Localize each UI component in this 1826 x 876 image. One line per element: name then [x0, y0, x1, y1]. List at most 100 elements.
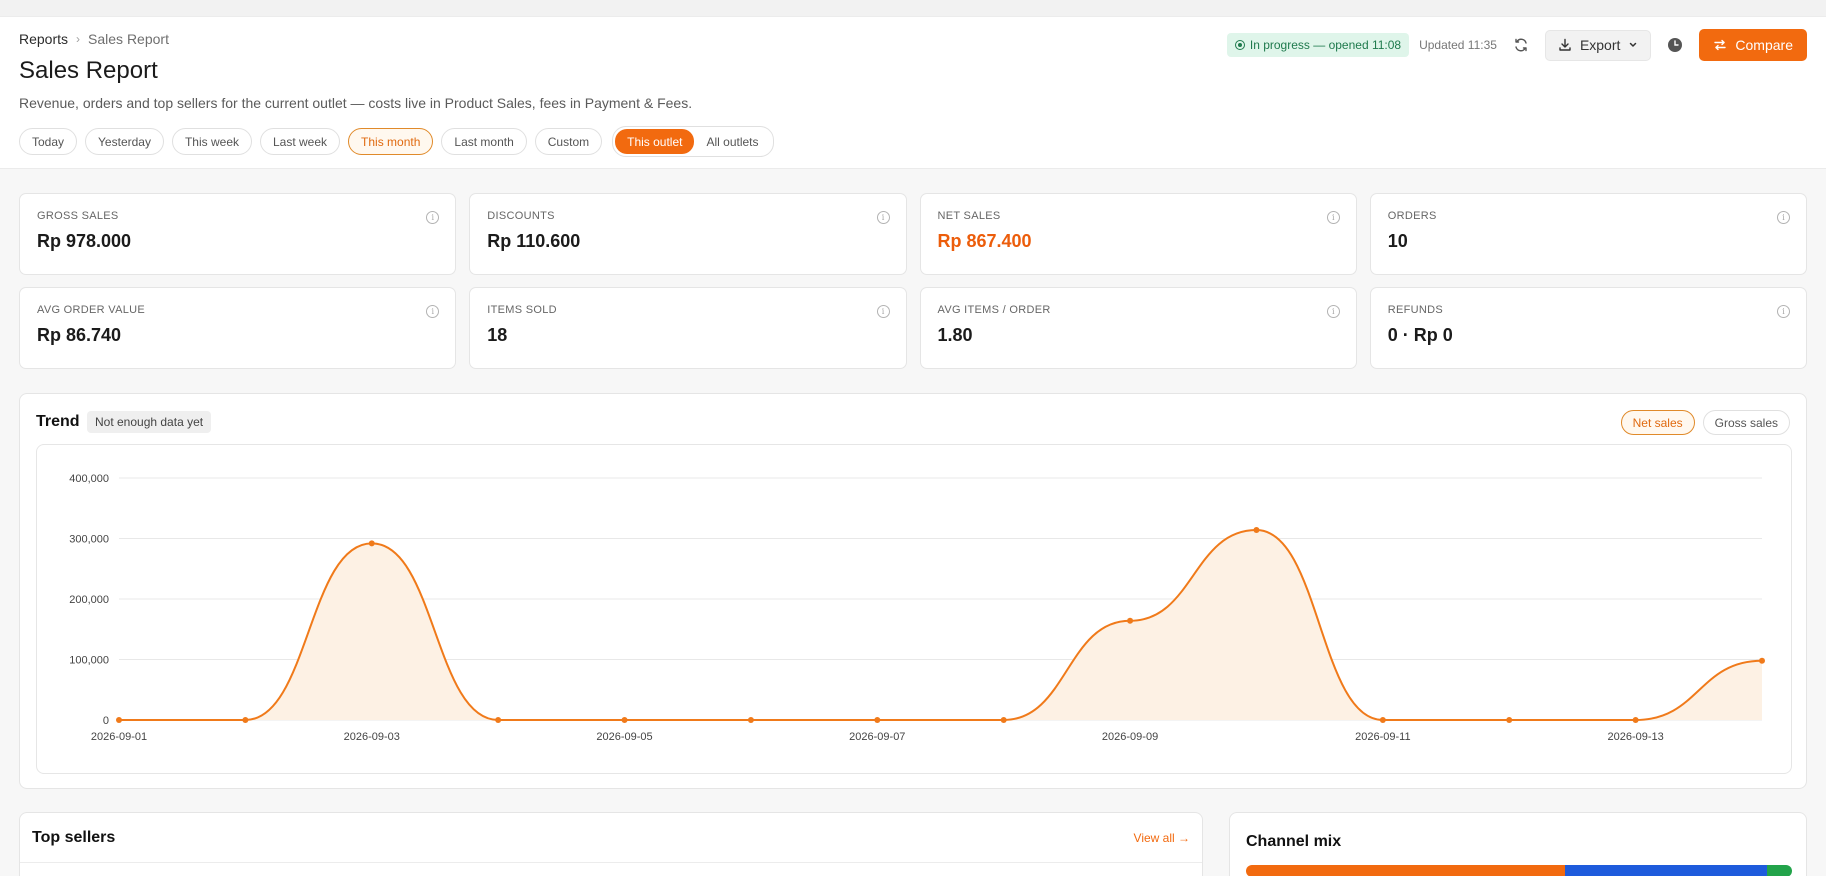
y-tick-label: 300,000 — [69, 534, 109, 546]
data-point[interactable] — [874, 717, 881, 723]
info-icon[interactable]: i — [1326, 305, 1340, 318]
channel-mix-segment — [1565, 865, 1768, 876]
divider — [20, 862, 1202, 863]
channel-mix-card: Channel mix — [1229, 812, 1807, 876]
compare-button[interactable]: Compare — [1699, 29, 1807, 61]
trend-chart: 0 100,000 200,000 300,000 400,000 2026-09-01… — [36, 444, 1792, 774]
info-icon[interactable]: i — [1777, 305, 1790, 318]
channel-mix-segment — [1246, 865, 1566, 876]
view-all-link[interactable]: View all → — [1134, 831, 1190, 845]
x-tick-label: 2026-09-03 — [344, 731, 400, 743]
scope-all-outlets[interactable]: All outlets — [694, 129, 770, 154]
top-sellers-card: Top sellers View all → — [19, 812, 1203, 876]
kpi-label: DISCOUNTS — [487, 210, 555, 222]
page-subtitle: Revenue, orders and top sellers for the … — [19, 95, 693, 111]
data-point[interactable] — [116, 717, 122, 723]
trend-metric-toggle: Net sales Gross sales — [1620, 410, 1790, 435]
data-point[interactable] — [1253, 527, 1260, 534]
data-point[interactable] — [242, 717, 249, 723]
range-yesterday[interactable]: Yesterday — [85, 128, 164, 155]
trend-card: Trend Not enough data yet Net sales Gros… — [19, 393, 1807, 789]
kpi-orders: ORDERS 10 i — [1369, 193, 1807, 275]
status-dot-icon — [1234, 40, 1245, 50]
chevron-down-icon — [1630, 42, 1637, 47]
y-tick-label: 200,000 — [69, 594, 109, 606]
trend-area-fill — [119, 530, 1762, 720]
range-last-week[interactable]: Last week — [260, 128, 341, 155]
range-today[interactable]: Today — [19, 128, 78, 155]
status-badge-label: In progress — opened 11:08 — [1249, 38, 1402, 52]
info-icon[interactable]: i — [426, 211, 440, 224]
kpi-label: NET SALES — [937, 210, 1001, 222]
channel-mix-segment — [1767, 865, 1792, 876]
channel-mix-bar — [1246, 865, 1792, 876]
data-point[interactable] — [621, 717, 628, 723]
kpi-refunds: REFUNDS 0 · Rp 0 i — [1369, 287, 1807, 369]
export-button-label: Export — [1579, 37, 1621, 53]
range-this-month[interactable]: This month — [348, 128, 434, 155]
kpi-value: Rp 110.600 — [487, 231, 581, 251]
scope-this-outlet[interactable]: This outlet — [615, 129, 695, 154]
kpi-value: Rp 867.400 — [937, 231, 1032, 251]
metric-gross-sales[interactable]: Gross sales — [1702, 410, 1790, 435]
x-tick-label: 2026-09-11 — [1355, 731, 1410, 743]
range-last-month[interactable]: Last month — [441, 128, 527, 155]
report-header: Reports › Sales Report Sales Report Reve… — [0, 17, 1826, 169]
kpi-value: 18 — [487, 325, 508, 345]
info-icon[interactable]: i — [426, 305, 440, 318]
date-range-filters: Today Yesterday This week Last week This… — [19, 126, 774, 157]
outlet-scope-toggle: This outlet All outlets — [612, 126, 774, 157]
breadcrumb-current: Sales Report — [88, 31, 169, 47]
data-point[interactable] — [1632, 717, 1639, 723]
browser-top-strip — [0, 0, 1826, 17]
history-button[interactable] — [1661, 31, 1689, 59]
kpi-grid: GROSS SALES Rp 978.000 i DISCOUNTS Rp 11… — [19, 193, 1807, 369]
data-point[interactable] — [368, 540, 375, 547]
x-tick-label: 2026-09-01 — [91, 731, 147, 743]
x-tick-label: 2026-09-05 — [596, 731, 652, 743]
status-badge: In progress — opened 11:08 — [1226, 33, 1410, 57]
data-point[interactable] — [1506, 717, 1513, 723]
range-this-week[interactable]: This week — [171, 128, 252, 155]
data-point[interactable] — [1759, 657, 1765, 664]
kpi-label: AVG ORDER VALUE — [37, 304, 146, 316]
y-tick-label: 0 — [103, 715, 109, 727]
x-tick-label: 2026-09-13 — [1607, 731, 1663, 743]
kpi-value: Rp 86.740 — [37, 325, 122, 345]
breadcrumb-reports-link[interactable]: Reports — [19, 31, 68, 47]
info-icon[interactable]: i — [1326, 211, 1340, 224]
refresh-button[interactable] — [1507, 31, 1535, 59]
top-sellers-title: Top sellers — [32, 829, 116, 846]
info-icon[interactable]: i — [1777, 211, 1790, 224]
metric-net-sales[interactable]: Net sales — [1620, 410, 1695, 435]
kpi-discounts: DISCOUNTS Rp 110.600 i — [469, 193, 907, 275]
kpi-items-sold: ITEMS SOLD 18 i — [469, 287, 907, 369]
range-custom[interactable]: Custom — [534, 128, 603, 155]
data-point[interactable] — [1127, 617, 1134, 624]
y-tick-label: 100,000 — [69, 655, 109, 667]
trend-status-badge: Not enough data yet — [87, 411, 212, 433]
info-icon[interactable]: i — [876, 211, 890, 224]
trend-title: Trend — [36, 413, 80, 430]
header-actions: In progress — opened 11:08 Updated 11:35… — [1226, 29, 1807, 61]
breadcrumb: Reports › Sales Report — [19, 31, 169, 47]
x-tick-label: 2026-09-09 — [1102, 731, 1158, 743]
kpi-label: GROSS SALES — [37, 210, 119, 222]
kpi-avg-order-value: AVG ORDER VALUE Rp 86.740 i — [19, 287, 457, 369]
export-button[interactable]: Export — [1544, 29, 1652, 61]
kpi-value: 1.80 — [937, 325, 973, 345]
data-point[interactable] — [1000, 717, 1007, 723]
y-tick-label: 400,000 — [69, 473, 109, 485]
data-point[interactable] — [1379, 717, 1386, 723]
kpi-value: Rp 978.000 — [37, 231, 132, 251]
data-point[interactable] — [495, 717, 502, 723]
data-point[interactable] — [747, 717, 754, 723]
trend-chart-svg: 0 100,000 200,000 300,000 400,000 2026-09-01… — [69, 473, 1765, 743]
info-icon[interactable]: i — [876, 305, 890, 318]
compare-button-label: Compare — [1735, 37, 1793, 53]
updated-timestamp: Updated 11:35 — [1419, 38, 1497, 52]
x-tick-label: 2026-09-07 — [849, 731, 905, 743]
chevron-right-icon: › — [76, 32, 81, 46]
kpi-label: ITEMS SOLD — [487, 304, 557, 316]
swap-arrows-icon — [1714, 39, 1727, 51]
